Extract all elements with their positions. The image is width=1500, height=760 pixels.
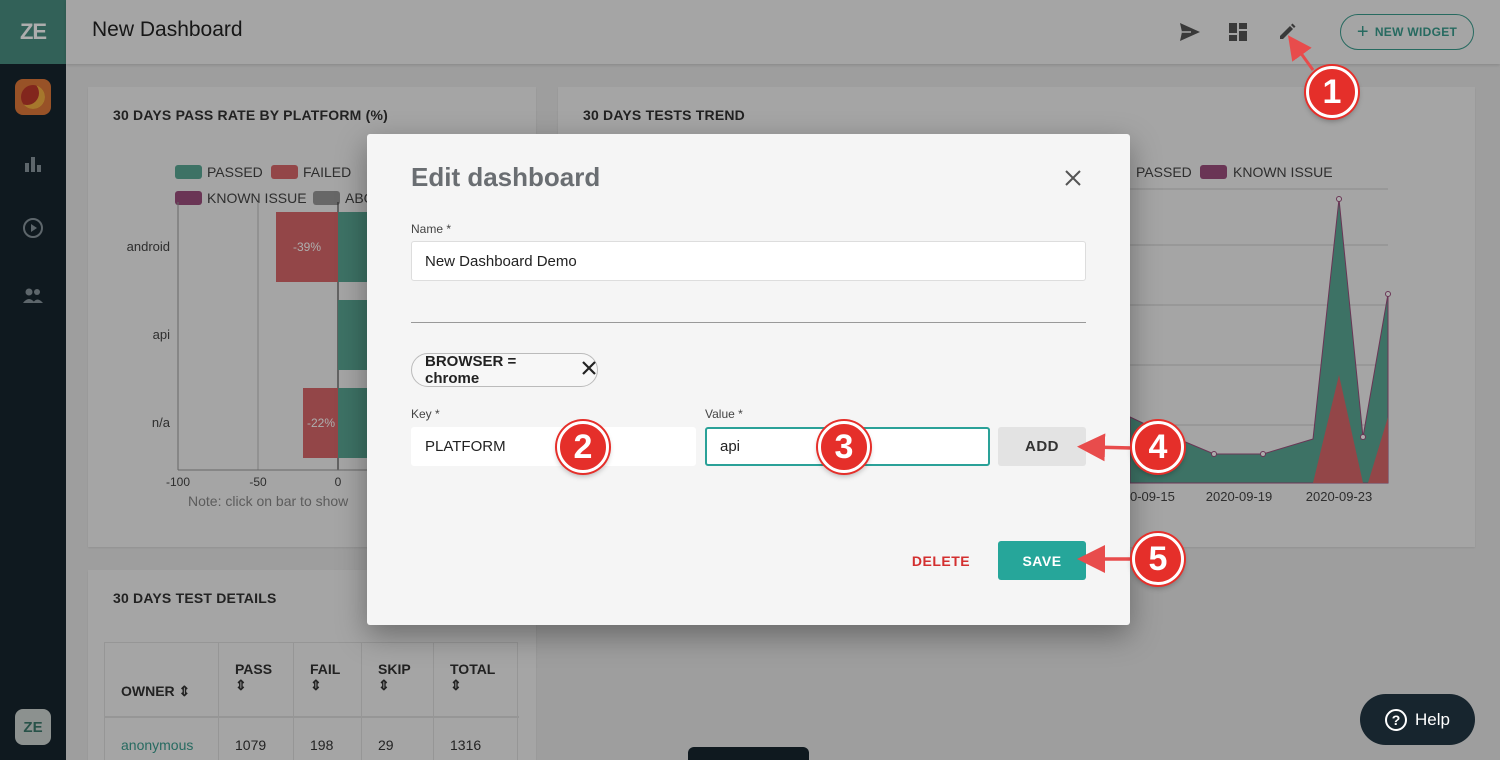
name-label: Name * (411, 222, 452, 236)
close-icon[interactable] (1061, 166, 1085, 190)
callout-5: 5 (1132, 533, 1184, 585)
callout-3: 3 (818, 421, 870, 473)
chip-label: BROWSER = chrome (425, 353, 517, 387)
modal-title: Edit dashboard (411, 162, 601, 192)
name-input[interactable]: New Dashboard Demo (411, 241, 1086, 281)
delete-button[interactable]: DELETE (899, 541, 983, 580)
help-circle-icon: ? (1385, 708, 1408, 731)
key-label: Key * (411, 407, 440, 421)
help-button[interactable]: ? Help (1360, 694, 1475, 745)
edit-dashboard-modal: Edit dashboard Name * New Dashboard Demo… (367, 134, 1130, 625)
value-label: Value * (705, 407, 743, 421)
chip-remove-icon[interactable] (581, 360, 597, 380)
help-label: Help (1415, 709, 1450, 729)
save-button[interactable]: SAVE (998, 541, 1086, 580)
callout-1: 1 (1306, 66, 1358, 118)
key-input[interactable]: PLATFORM (411, 427, 696, 466)
filter-chip-browser[interactable]: BROWSER = chrome (411, 353, 598, 387)
callout-2: 2 (557, 421, 609, 473)
callout-4: 4 (1132, 421, 1184, 473)
add-button[interactable]: ADD (998, 427, 1086, 466)
divider (411, 322, 1086, 323)
